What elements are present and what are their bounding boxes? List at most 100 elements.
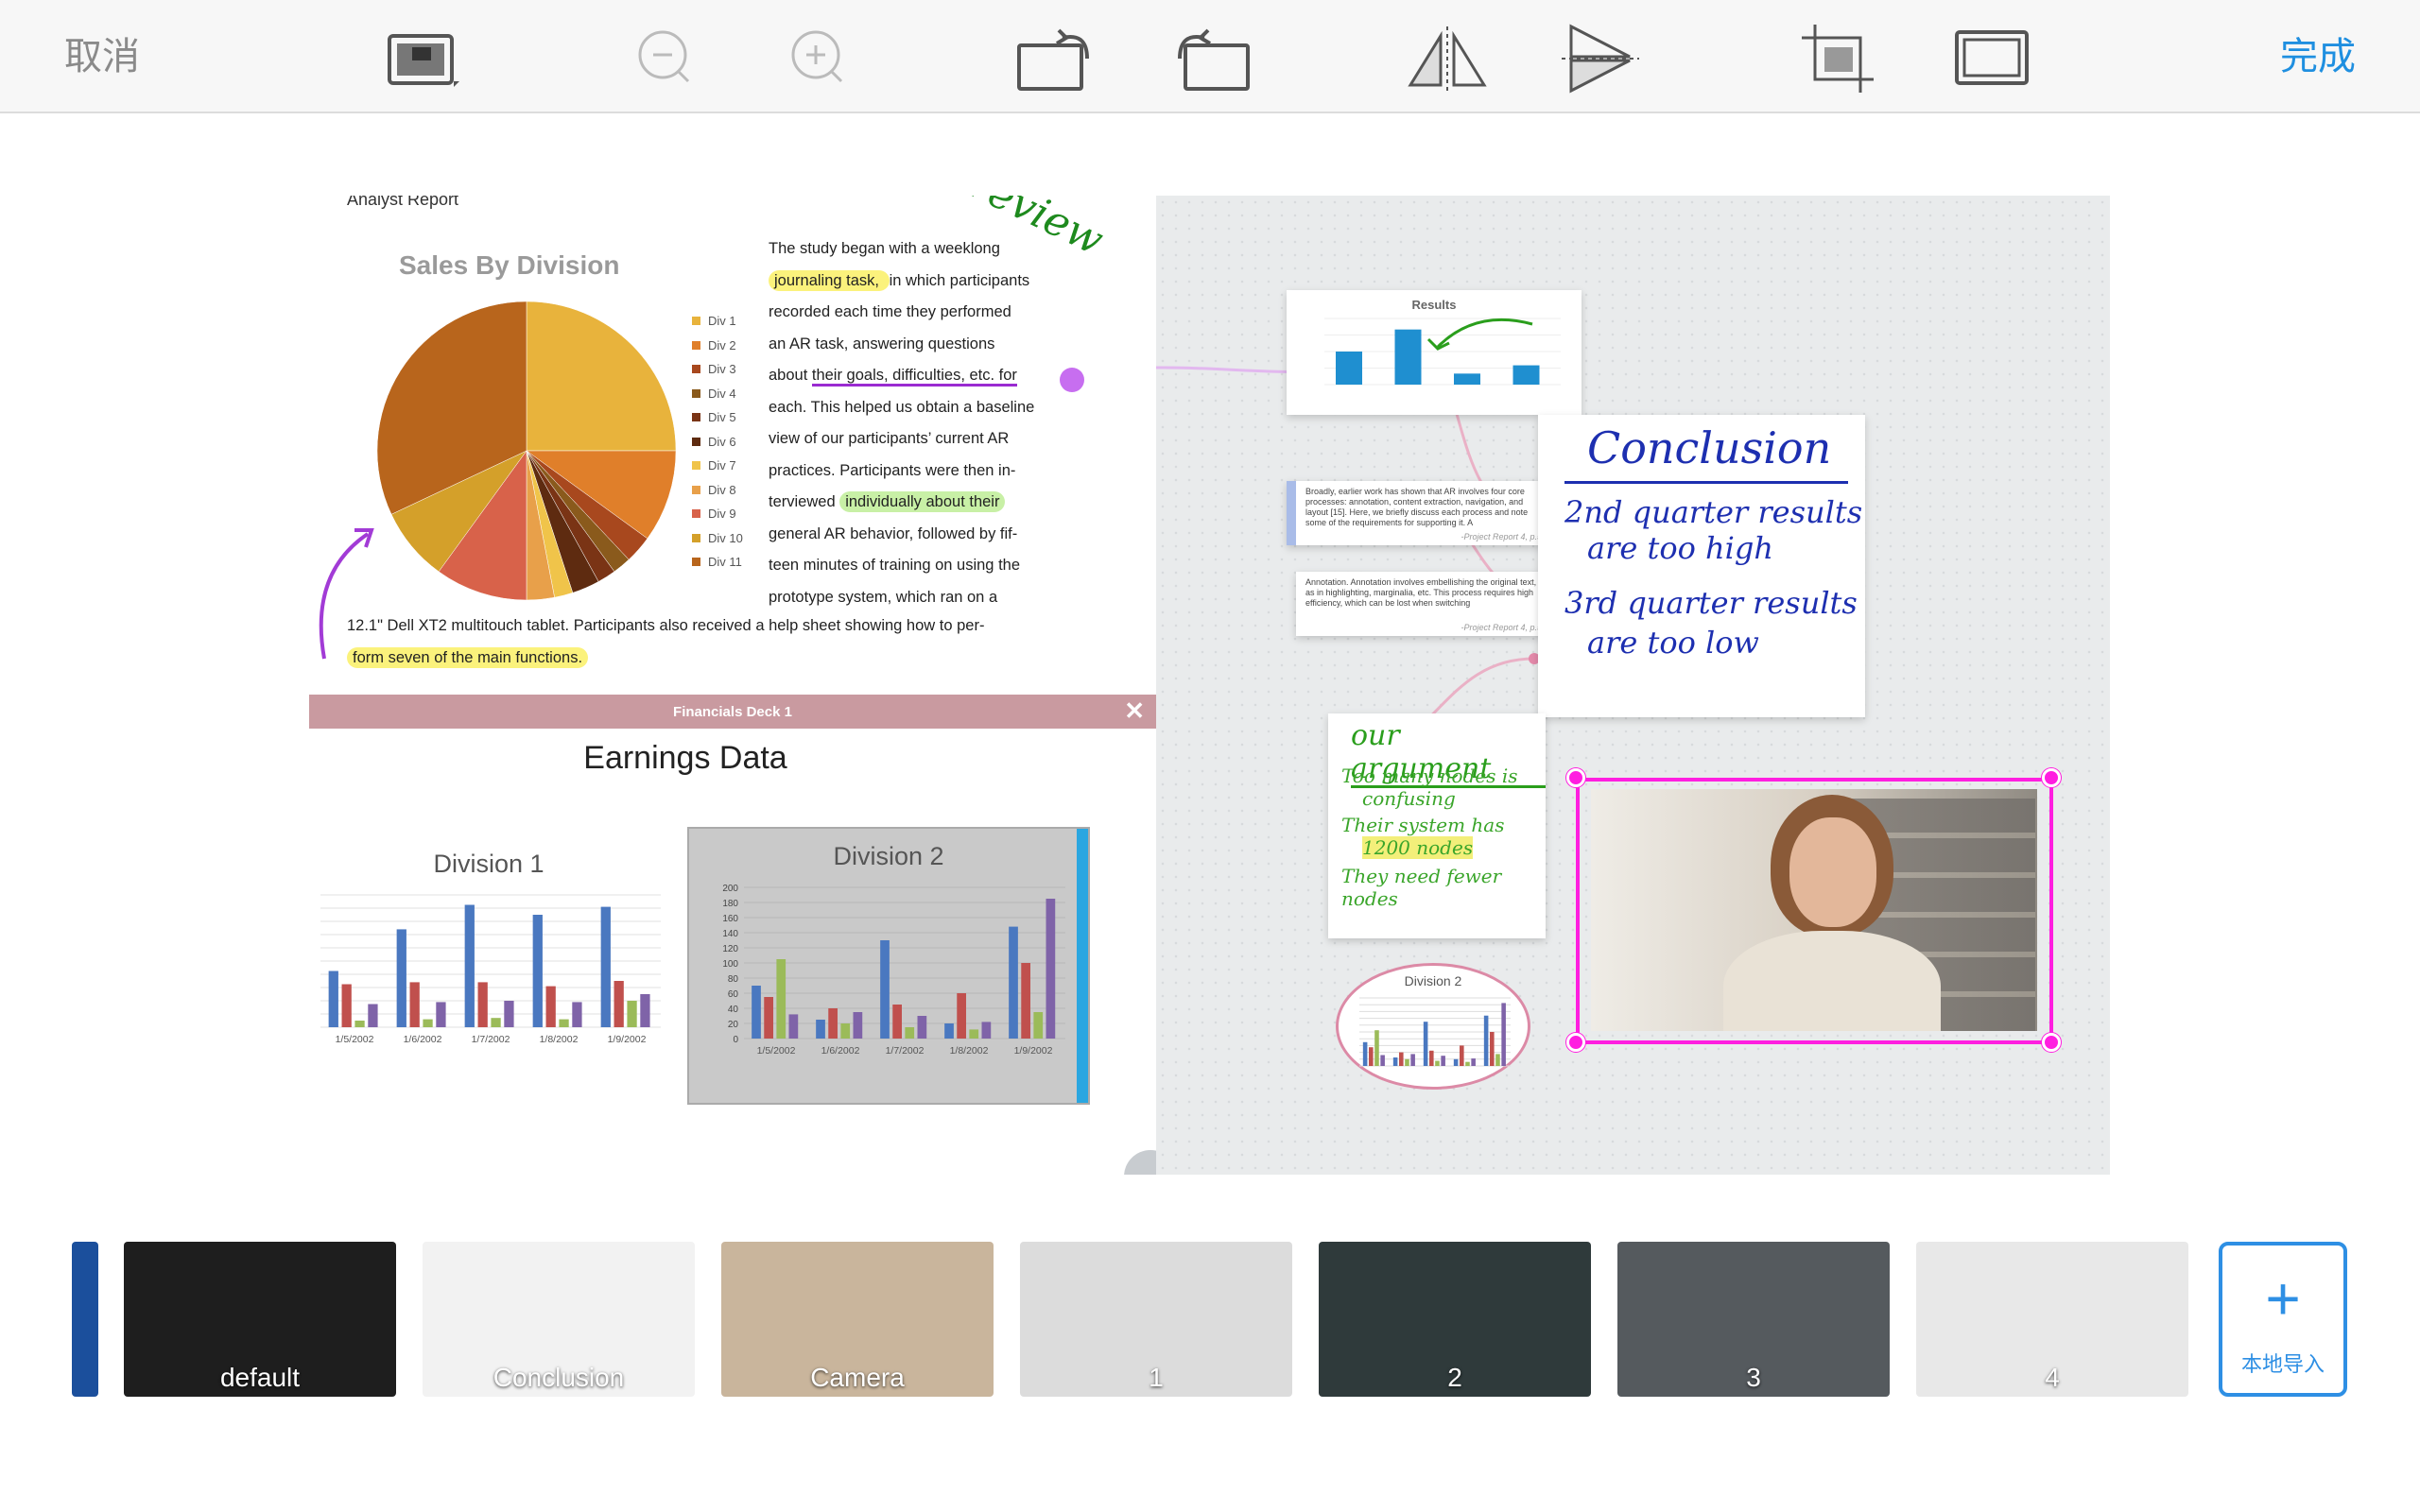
bar	[764, 997, 773, 1039]
legend-label: Div 8	[708, 482, 736, 497]
x-tick-label: 1/9/2002	[1014, 1045, 1053, 1057]
legend-label: Div 6	[708, 434, 736, 449]
flip-horizontal-icon[interactable]	[1405, 19, 1490, 98]
bar	[816, 1020, 825, 1039]
bar	[917, 1016, 927, 1039]
conclusion-line: 2nd quarter results	[1564, 494, 1863, 530]
bar	[905, 1027, 915, 1039]
division-2-mini-chart[interactable]: Division 2	[1336, 963, 1530, 1090]
x-tick-label: 1/5/2002	[757, 1045, 796, 1057]
text-segment: in which participants	[889, 271, 1030, 289]
bar	[477, 982, 488, 1027]
local-import-button[interactable]: + 本地导入	[2219, 1242, 2347, 1397]
slide-thumbnail[interactable]: 1	[1020, 1242, 1292, 1397]
quote-text: Annotation. Annotation involves embellis…	[1305, 577, 1537, 608]
thumbnail-label: Conclusion	[493, 1363, 625, 1392]
legend-swatch	[692, 461, 700, 471]
legend-item: Div 10	[692, 526, 743, 551]
bar	[1392, 1057, 1398, 1066]
legend-label: Div 4	[708, 386, 736, 401]
text-segment: The study began with a weeklong	[769, 240, 1000, 257]
bar	[532, 915, 543, 1027]
y-tick-label: 180	[722, 899, 738, 909]
bar	[1495, 1054, 1500, 1066]
body-text-line: an AR task, answering questions	[769, 329, 1052, 361]
legend-label: Div 5	[708, 410, 736, 425]
zoom-in-icon[interactable]	[775, 19, 860, 98]
quote-card-1[interactable]: Broadly, earlier work has shown that AR …	[1287, 481, 1551, 545]
slide-thumbnail[interactable]: 2	[1319, 1242, 1591, 1397]
legend-swatch	[692, 317, 700, 326]
chart-scroll-bar[interactable]	[1077, 829, 1088, 1103]
bar	[545, 986, 556, 1027]
legend-swatch	[692, 388, 700, 398]
resize-handle-top-right[interactable]	[2042, 768, 2061, 787]
resize-handle-bottom-right[interactable]	[2042, 1033, 2061, 1052]
y-tick-label: 100	[722, 959, 738, 970]
bar	[600, 906, 611, 1027]
thumbnail-label: 1	[1149, 1363, 1164, 1392]
thumbnail-label: default	[219, 1363, 301, 1392]
x-tick-label: 1/8/2002	[950, 1045, 989, 1057]
slide-thumbnail-strip: default Conclusion Camera 1 2 3 4	[0, 1242, 2420, 1397]
bar	[969, 1029, 979, 1039]
flip-vertical-icon[interactable]	[1558, 19, 1643, 98]
conclusion-card[interactable]: Conclusion 2nd quarter results are too h…	[1538, 415, 1865, 717]
link-node[interactable]	[1060, 368, 1084, 392]
slide-thumbnail[interactable]: Camera	[721, 1242, 994, 1397]
body-text-line: The study began with a weeklong	[769, 233, 1052, 266]
bar	[1453, 1058, 1459, 1066]
page-canvas[interactable]: Analyst Report Sales By Division Div 1 Di…	[309, 196, 2110, 1175]
selection-frame[interactable]	[1576, 778, 2053, 1044]
legend-swatch	[692, 509, 700, 519]
bar	[640, 994, 650, 1027]
legend-item: Div 1	[692, 309, 743, 334]
partial-thumbnail[interactable]	[72, 1242, 98, 1397]
resize-handle-top-left[interactable]	[1566, 768, 1585, 787]
thumbnail-label: 4	[2045, 1363, 2060, 1392]
bar	[880, 940, 890, 1039]
crop-icon[interactable]	[1796, 19, 1881, 98]
slide-thumbnail[interactable]: 3	[1617, 1242, 1890, 1397]
body-text-line: terviewed individually about their	[769, 487, 1052, 519]
rotate-right-icon[interactable]	[1168, 19, 1253, 98]
quote-citation: -Project Report 4, p.5	[1461, 623, 1542, 632]
text-segment: recorded each time they performed	[769, 303, 1011, 320]
rotate-left-icon[interactable]	[1013, 19, 1098, 98]
results-card[interactable]: Results	[1287, 290, 1582, 415]
slide-thumbnail[interactable]: 4	[1916, 1242, 2188, 1397]
bar	[981, 1022, 992, 1039]
body-text-line: recorded each time they performed	[769, 297, 1052, 329]
division-2-chart[interactable]: Division 2 0 20 40 60 80 100 120 140 160 180 200 1/…	[687, 827, 1090, 1105]
slide-thumbnail[interactable]: default	[124, 1242, 396, 1397]
conclusion-line: 3rd quarter results	[1564, 585, 1858, 621]
pie-chart-title: Sales By Division	[399, 250, 620, 280]
bar	[1512, 365, 1540, 385]
bar	[1369, 1047, 1374, 1066]
legend-item: Div 5	[692, 405, 743, 430]
legend-label: Div 1	[708, 314, 736, 329]
legend-label: Div 10	[708, 530, 743, 545]
cancel-button[interactable]: 取消	[64, 32, 140, 81]
bar	[354, 1021, 365, 1027]
legend-item: Div 2	[692, 334, 743, 358]
bar	[840, 1023, 851, 1039]
close-icon[interactable]: ✕	[1124, 696, 1145, 726]
y-tick-label: 20	[728, 1020, 739, 1030]
aspect-frame-icon[interactable]	[1949, 19, 2034, 98]
legend-item: Div 11	[692, 550, 743, 575]
legend-swatch	[692, 558, 700, 567]
report-text-line: 12.1" Dell XT2 multitouch tablet. Partic…	[347, 617, 985, 634]
argument-card[interactable]: our argument Too many nodes is confusing…	[1328, 713, 1546, 938]
slide-thumbnail[interactable]: Conclusion	[423, 1242, 695, 1397]
bar	[423, 1019, 433, 1027]
done-button[interactable]: 完成	[2280, 32, 2356, 81]
quote-text: Broadly, earlier work has shown that AR …	[1305, 487, 1529, 527]
text-segment: terviewed	[769, 493, 840, 510]
quote-card-2[interactable]: Annotation. Annotation involves embellis…	[1296, 572, 1551, 636]
zoom-out-icon[interactable]	[622, 19, 707, 98]
text-segment: general AR behavior, followed by fif-	[769, 524, 1018, 542]
y-tick-label: 80	[728, 974, 739, 985]
resize-handle-bottom-left[interactable]	[1566, 1033, 1585, 1052]
screen-capture-icon[interactable]	[380, 19, 465, 98]
